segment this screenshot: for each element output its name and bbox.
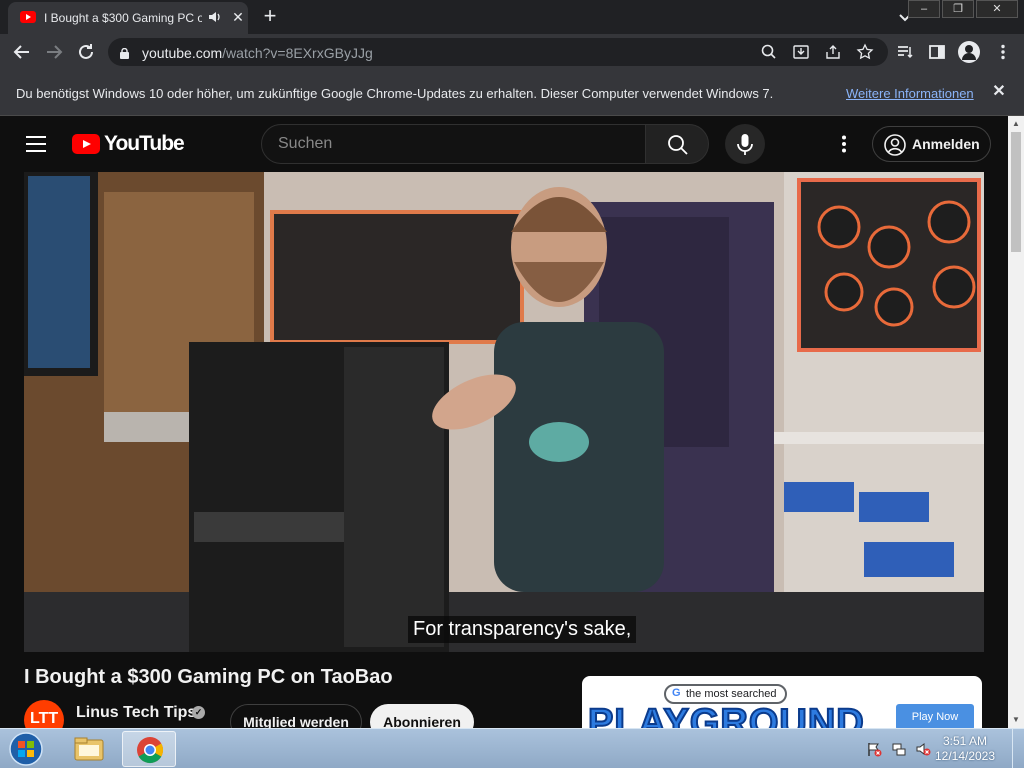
windows-taskbar: 3:51 AM 12/14/2023 [0, 728, 1024, 768]
scrollbar-thumb[interactable] [1011, 132, 1021, 252]
subscribe-button[interactable]: Abonnieren [370, 704, 474, 728]
network-icon[interactable] [891, 741, 907, 757]
taskbar-explorer[interactable] [62, 731, 116, 767]
microphone-icon [737, 134, 753, 155]
reading-list-icon[interactable] [896, 43, 914, 61]
search-input[interactable] [278, 133, 628, 155]
youtube-favicon-icon [20, 11, 36, 23]
voice-search-button[interactable] [725, 124, 765, 164]
new-tab-button[interactable]: + [258, 4, 282, 28]
ad-headline: PLAYGROUND [587, 701, 865, 728]
scroll-down-icon[interactable]: ▼ [1011, 715, 1021, 725]
hamburger-menu-icon[interactable] [26, 136, 46, 152]
youtube-logo-text: YouTube [104, 132, 185, 155]
chrome-menu-icon[interactable] [994, 43, 1012, 61]
companion-ad[interactable]: the most searched PLAYGROUND Play Now [582, 676, 982, 728]
infobar-close-icon[interactable]: ✕ [990, 83, 1008, 101]
bookmark-star-icon[interactable] [856, 43, 874, 61]
browser-tab-strip: I Bought a $300 Gaming PC on TaoBao - Yo… [0, 0, 1024, 34]
tab-close-icon[interactable]: ✕ [230, 9, 246, 25]
youtube-play-icon [72, 134, 100, 154]
settings-kebab-icon[interactable] [834, 134, 854, 154]
ad-play-now-button[interactable]: Play Now [896, 704, 974, 728]
forward-arrow-icon[interactable] [42, 40, 66, 64]
verified-badge-icon: ✓ [192, 706, 205, 719]
sign-in-button[interactable]: Anmelden [872, 126, 991, 162]
join-membership-button[interactable]: Mitglied werden [230, 704, 362, 728]
close-window-button[interactable]: ✕ [976, 0, 1018, 18]
youtube-page: YouTube Anmelden [0, 116, 1008, 728]
video-player[interactable]: For transparency's sake, [24, 172, 984, 652]
folder-icon [74, 737, 104, 761]
ad-tag: the most searched [664, 684, 787, 704]
volume-muted-icon[interactable] [915, 741, 931, 757]
search-button[interactable] [645, 124, 709, 164]
speaker-icon[interactable] [208, 10, 222, 24]
channel-avatar[interactable]: LTT [24, 700, 64, 728]
restore-button[interactable]: ❐ [942, 0, 974, 18]
account-circle-icon [884, 134, 906, 156]
start-button[interactable] [6, 731, 46, 767]
browser-toolbar: youtube.com/watch?v=8EXrxGByJJg [0, 34, 1024, 70]
clock-date: 12/14/2023 [934, 749, 996, 763]
url-text: youtube.com/watch?v=8EXrxGByJJg [142, 45, 373, 61]
lock-icon[interactable] [120, 46, 129, 59]
youtube-masthead: YouTube Anmelden [0, 116, 1008, 172]
update-infobar: Du benötigst Windows 10 oder höher, um z… [0, 70, 1024, 116]
tab-title: I Bought a $300 Gaming PC on TaoBao - Yo… [44, 11, 202, 25]
back-arrow-icon[interactable] [10, 40, 34, 64]
search-icon [668, 135, 688, 155]
share-icon[interactable] [824, 43, 842, 61]
system-clock[interactable]: 3:51 AM 12/14/2023 [934, 734, 996, 764]
install-app-icon[interactable] [792, 43, 810, 61]
channel-name[interactable]: Linus Tech Tips [76, 704, 196, 722]
video-caption: For transparency's sake, [408, 616, 637, 643]
zoom-search-icon[interactable] [760, 43, 778, 61]
search-box [261, 124, 646, 164]
channel-avatar-initials: LTT [30, 710, 59, 727]
video-frame [24, 172, 984, 652]
page-scrollbar[interactable]: ▲ ▼ [1008, 116, 1024, 728]
windows-logo-icon [9, 732, 43, 766]
clock-time: 3:51 AM [942, 734, 988, 748]
chrome-icon [137, 737, 164, 764]
video-title: I Bought a $300 Gaming PC on TaoBao [24, 666, 393, 688]
profile-avatar-icon[interactable] [958, 41, 980, 63]
infobar-message: Du benötigst Windows 10 oder höher, um z… [16, 86, 774, 101]
window-controls: – ❐ ✕ [906, 0, 1018, 20]
action-center-flag-icon[interactable] [866, 741, 882, 757]
browser-tab[interactable]: I Bought a $300 Gaming PC on TaoBao - Yo… [8, 2, 248, 34]
taskbar-chrome[interactable] [122, 731, 176, 767]
side-panel-icon[interactable] [928, 43, 946, 61]
show-desktop-button[interactable] [1012, 729, 1024, 768]
scroll-up-icon[interactable]: ▲ [1011, 119, 1021, 129]
minimize-button[interactable]: – [908, 0, 940, 18]
address-bar[interactable]: youtube.com/watch?v=8EXrxGByJJg [108, 38, 888, 66]
sign-in-label: Anmelden [912, 136, 980, 152]
reload-icon[interactable] [74, 40, 98, 64]
infobar-more-info-link[interactable]: Weitere Informationen [846, 86, 974, 101]
